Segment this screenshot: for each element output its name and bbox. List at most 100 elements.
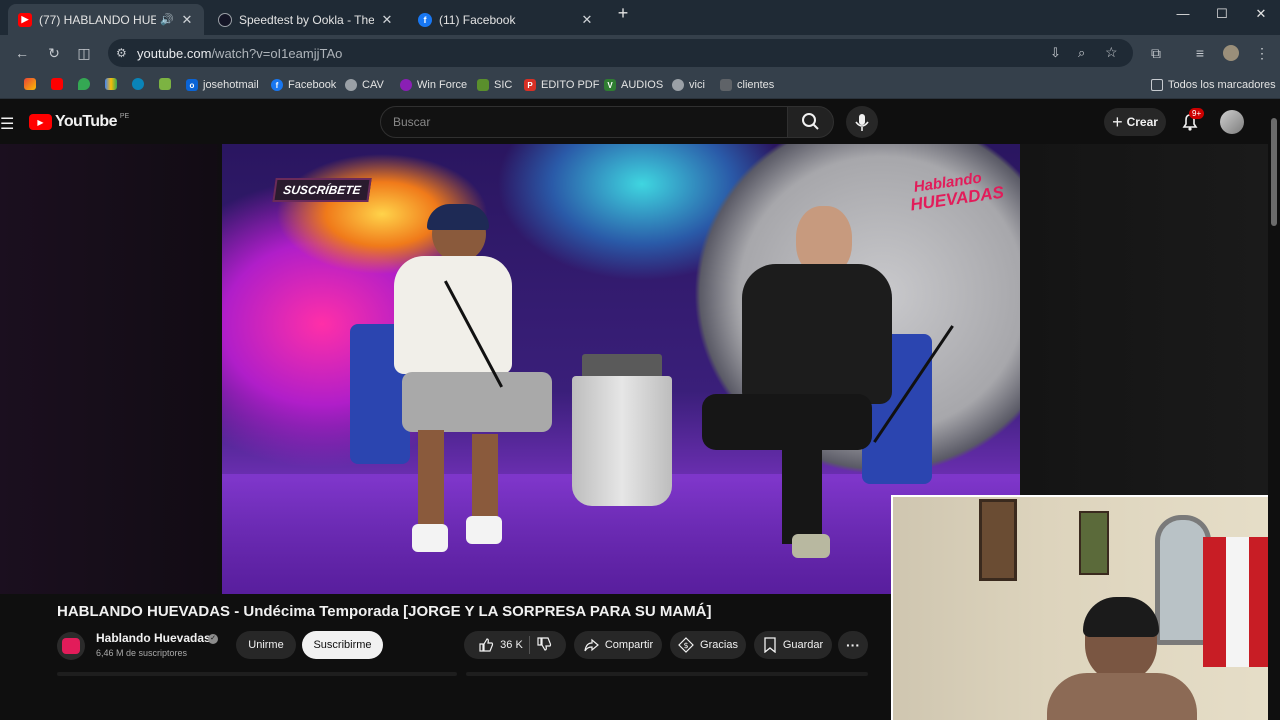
bookmark-sic[interactable]: SIC [477, 77, 512, 93]
close-window-icon[interactable]: ✕ [1246, 6, 1276, 28]
profile-avatar[interactable] [1223, 45, 1239, 61]
youtube-logo[interactable]: ▶ YouTube PE [29, 112, 129, 132]
bookmark-label: CAV [362, 79, 384, 91]
speedtest-icon [218, 12, 232, 27]
create-button[interactable]: + Crear [1104, 108, 1166, 136]
folder-icon [1151, 79, 1163, 91]
save-button[interactable]: Guardar [754, 631, 832, 659]
media-controls-icon[interactable]: ≡ [1190, 43, 1210, 63]
url-host: youtube.com [137, 46, 212, 61]
show-logo: Hablando HUEVADAS [907, 169, 1005, 230]
subscriber-count: 6,46 M de suscriptores [96, 648, 188, 658]
wall-picture [1079, 511, 1109, 575]
tab-youtube[interactable]: ▶ (77) HABLANDO HUEVADAS - 🔊 ✕ [8, 4, 204, 35]
audios-icon: V [604, 79, 616, 91]
bookmark-check-icon[interactable] [159, 78, 171, 90]
create-label: Crear [1126, 115, 1158, 129]
youtube-icon: ▶ [18, 12, 32, 27]
outlook-icon: o [186, 79, 198, 91]
bookmark-label: Win Force [417, 79, 468, 91]
facebook-icon: f [271, 79, 283, 91]
search-box [380, 106, 788, 138]
left-host-shoe [466, 516, 502, 544]
youtube-wordmark: YouTube [55, 113, 117, 130]
notifications-button[interactable]: 9+ [1180, 108, 1205, 132]
maximize-icon[interactable]: ☐ [1207, 6, 1237, 28]
comments-box-edge [466, 672, 868, 676]
thumbs-up-icon [479, 638, 494, 652]
reload-icon[interactable]: ↻ [44, 43, 64, 63]
minimize-icon[interactable]: — [1168, 6, 1198, 28]
winforce-icon [400, 79, 412, 91]
more-actions-icon[interactable]: ··· [838, 631, 868, 659]
url-text: youtube.com/watch?v=oI1eamjjTAo [137, 46, 342, 61]
search-icon [802, 113, 819, 130]
split-view-icon[interactable]: ◫ [74, 43, 94, 63]
laptop [582, 354, 662, 378]
bookmark-site-icon[interactable] [132, 78, 144, 90]
bookmark-clientes[interactable]: clientes [720, 77, 774, 93]
verified-icon: ✓ [208, 634, 218, 644]
tab-speedtest[interactable]: Speedtest by Ookla - The Glob ✕ [208, 4, 404, 35]
channel-logo-icon [62, 638, 80, 654]
close-tab-icon[interactable]: ✕ [580, 12, 594, 28]
bookmark-josehotmail[interactable]: o josehotmail [186, 77, 259, 93]
photos-icon[interactable] [105, 78, 117, 90]
all-bookmarks-label: Todos los marcadores [1168, 79, 1276, 91]
thanks-dollar-icon: $ [678, 637, 694, 653]
scrollbar-thumb[interactable] [1271, 118, 1277, 226]
share-arrow-icon [584, 638, 599, 652]
dislike-button[interactable] [536, 636, 552, 655]
close-tab-icon[interactable]: ✕ [380, 12, 394, 28]
bookmark-audios[interactable]: V AUDIOS [604, 77, 663, 93]
tab-facebook[interactable]: f (11) Facebook ✕ [408, 4, 604, 35]
menu-kebab-icon[interactable]: ⋮ [1252, 43, 1272, 63]
bookmark-cav[interactable]: CAV [345, 77, 384, 93]
search-button[interactable] [787, 106, 834, 138]
subscribe-button[interactable]: Suscribirme [302, 631, 383, 659]
notification-badge: 9+ [1189, 108, 1205, 119]
microphone-icon [855, 114, 869, 131]
join-button[interactable]: Unirme [236, 631, 296, 659]
thanks-button[interactable]: $ Gracias [670, 631, 746, 659]
maps-icon[interactable] [78, 78, 90, 90]
site-info-icon[interactable]: ⚙ [116, 46, 127, 60]
bookmark-star-icon[interactable]: ☆ [1105, 44, 1118, 61]
share-button[interactable]: Compartir [574, 631, 662, 659]
address-bar[interactable]: ⚙ youtube.com/watch?v=oI1eamjjTAo ⇩ ⌕ ☆ [108, 39, 1133, 67]
bookmark-label: AUDIOS [621, 79, 664, 91]
thanks-label: Gracias [700, 639, 738, 651]
facebook-icon: f [418, 12, 432, 27]
youtube-icon[interactable] [51, 78, 63, 90]
speaker-icon[interactable]: 🔊 [160, 13, 174, 26]
left-host-shorts [402, 372, 552, 432]
svg-text:$: $ [684, 641, 689, 650]
bookmark-vici[interactable]: vici [672, 77, 705, 93]
close-tab-icon[interactable]: ✕ [180, 12, 194, 28]
page-scrollbar[interactable] [1268, 100, 1280, 720]
country-code: PE [119, 112, 130, 120]
hamburger-menu-icon[interactable]: ☰ [0, 114, 14, 134]
bookmark-edito-pdf[interactable]: P EDITO PDF [524, 77, 599, 93]
thumbs-down-icon [537, 636, 551, 651]
channel-name[interactable]: Hablando Huevadas [96, 631, 211, 645]
bookmark-win-force[interactable]: Win Force [400, 77, 467, 93]
zoom-icon[interactable]: ⌕ [1078, 45, 1085, 61]
gmail-icon[interactable] [24, 78, 36, 90]
extensions-icon[interactable]: ⧉ [1146, 43, 1166, 63]
browser-toolbar: ← ↻ ◫ ⚙ youtube.com/watch?v=oI1eamjjTAo … [0, 35, 1280, 71]
all-bookmarks-folder[interactable]: Todos los marcadores [1151, 77, 1276, 93]
search-input[interactable] [393, 115, 773, 129]
bookmark-facebook[interactable]: f Facebook [271, 77, 336, 93]
voice-search-button[interactable] [846, 106, 878, 138]
install-icon[interactable]: ⇩ [1050, 45, 1061, 61]
channel-avatar[interactable] [57, 632, 85, 660]
sic-icon [477, 79, 489, 91]
url-path: /watch?v=oI1eamjjTAo [211, 46, 343, 61]
bookmark-label: clientes [737, 79, 775, 91]
new-tab-icon[interactable]: + [608, 3, 638, 25]
back-icon[interactable]: ← [12, 43, 32, 63]
like-button[interactable]: 36 K [478, 637, 523, 653]
left-host-shoe [412, 524, 448, 552]
account-avatar[interactable] [1220, 110, 1244, 134]
